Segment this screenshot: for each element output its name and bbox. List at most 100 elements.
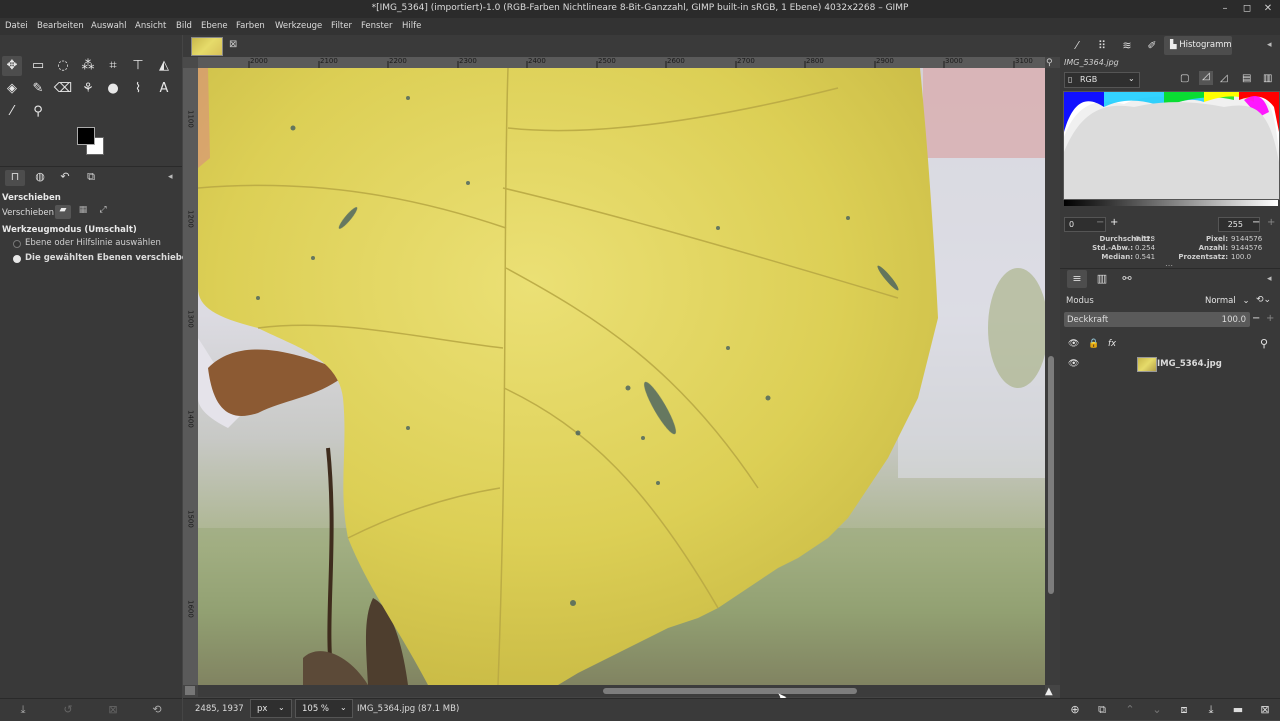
warp-icon[interactable]: ◭ (154, 56, 174, 76)
radio-pick-layer[interactable] (13, 240, 21, 248)
smudge-icon[interactable]: ● (103, 79, 123, 99)
menu-datei[interactable]: Datei (5, 21, 28, 31)
clone-icon[interactable]: ⚘ (78, 79, 98, 99)
bucket-fill-icon[interactable]: ◈ (2, 79, 22, 99)
range-high-increase-icon[interactable]: + (1267, 217, 1275, 228)
mode-select[interactable]: Normal ⌄ (1205, 296, 1250, 306)
menu-hilfe[interactable]: Hilfe (402, 21, 421, 31)
quick-mask-toggle[interactable] (185, 686, 195, 695)
radio-move-active-layer[interactable] (13, 255, 21, 263)
panel-menu-icon[interactable]: ◂ (1267, 274, 1272, 284)
horizontal-scroll-thumb[interactable] (603, 688, 857, 694)
range-high-decrease-icon[interactable]: − (1252, 217, 1260, 228)
color-picker-icon[interactable]: ⁄ (2, 102, 22, 122)
channels-tab-icon[interactable]: ▥ (1092, 270, 1112, 288)
range-low-increase-icon[interactable]: + (1110, 217, 1118, 228)
delete-layer-icon[interactable]: ⊠ (1257, 703, 1273, 717)
save-options-icon[interactable]: ⤓ (15, 703, 31, 717)
lasso-icon[interactable]: ◌ (53, 56, 73, 76)
paths-tab-icon[interactable]: ⚯ (1117, 270, 1137, 288)
close-tab-icon[interactable]: ⊠ (229, 39, 237, 50)
crop-icon[interactable]: ⌗ (103, 56, 123, 76)
transform-icon[interactable]: ⊤ (128, 56, 148, 76)
rect-select-icon[interactable]: ▭ (28, 56, 48, 76)
tab-histogram[interactable]: ▙ Histogramm (1164, 36, 1232, 55)
visibility-column-icon[interactable]: 👁 (1068, 339, 1079, 349)
zoom-select[interactable]: 105 % ⌄ (295, 699, 353, 718)
layer-visibility-icon[interactable]: 👁 (1068, 359, 1079, 369)
move-tool-icon[interactable]: ✥ (2, 56, 22, 76)
fonts-tab-icon[interactable]: ≋ (1117, 37, 1137, 55)
navigate-arrow-icon[interactable]: ▲ (1045, 686, 1053, 697)
eraser-icon[interactable]: ⌫ (53, 79, 73, 99)
log-histogram-icon[interactable]: ◿ (1199, 71, 1213, 85)
layer-name[interactable]: IMG_5364.jpg (1157, 359, 1222, 369)
merge-layer-icon[interactable]: ⤓ (1203, 703, 1219, 717)
paintbrush-icon[interactable]: ✎ (28, 79, 48, 99)
unit-select[interactable]: px ⌄ (250, 699, 292, 718)
lower-layer-icon[interactable]: ⌄ (1149, 703, 1165, 717)
menu-bearbeiten[interactable]: Bearbeiten (37, 21, 84, 31)
option-move-active-label[interactable]: Die gewählten Ebenen verschieben (25, 253, 194, 263)
fx-icon[interactable]: fx (1108, 339, 1116, 349)
mode-switch-icon[interactable]: ⟲⌄ (1256, 295, 1271, 305)
undo-history-tab-icon[interactable]: ↶ (55, 170, 75, 186)
ruler-top[interactable]: 2000 2100 2200 2300 2400 2500 2600 2700 … (198, 57, 1045, 68)
search-icon[interactable]: ⚲ (1260, 337, 1268, 350)
fuzzy-select-icon[interactable]: ⁂ (78, 56, 98, 76)
delete-options-icon[interactable]: ⊠ (105, 703, 121, 717)
brushes-tab-icon[interactable]: ⁄ (1067, 37, 1087, 55)
new-layer-group-icon[interactable]: ⧉ (1094, 703, 1110, 717)
duplicate-layer-icon[interactable]: ⧈ (1176, 703, 1192, 717)
linear-histogram-icon[interactable]: ▢ (1180, 73, 1189, 84)
images-tab-icon[interactable]: ⧉ (81, 170, 101, 186)
close-icon[interactable]: ✕ (1261, 2, 1275, 16)
curve-icon[interactable]: ◿ (1220, 73, 1228, 84)
panel-menu-icon[interactable]: ◂ (1267, 40, 1272, 50)
layer-thumbnail[interactable] (1137, 357, 1157, 372)
outline-icon[interactable]: ▥ (1263, 73, 1272, 84)
reset-options-icon[interactable]: ⟲ (149, 703, 165, 717)
menu-farben[interactable]: Farben (236, 21, 265, 31)
paths-icon[interactable]: ⌇ (128, 79, 148, 99)
patterns-tab-icon[interactable]: ⠿ (1092, 37, 1112, 55)
range-low-decrease-icon[interactable]: − (1096, 217, 1104, 228)
tool-options-tab-icon[interactable]: ⊓ (5, 170, 25, 186)
image-canvas[interactable] (198, 68, 1045, 685)
option-pick-layer-label[interactable]: Ebene oder Hilfslinie auswählen (25, 238, 161, 248)
restore-options-icon[interactable]: ↺ (60, 703, 76, 717)
navigate-icon[interactable]: ⚲ (1046, 58, 1053, 68)
new-layer-icon[interactable]: ⊕ (1067, 703, 1083, 717)
opacity-slider[interactable]: Deckkraft 100.0 (1064, 312, 1250, 327)
tool-presets-tab-icon[interactable]: ✐ (1142, 37, 1162, 55)
vertical-scroll-thumb[interactable] (1048, 356, 1054, 594)
bars-icon[interactable]: ▤ (1242, 73, 1251, 84)
menu-ebene[interactable]: Ebene (201, 21, 228, 31)
menu-auswahl[interactable]: Auswahl (91, 21, 127, 31)
menu-fenster[interactable]: Fenster (361, 21, 393, 31)
foreground-color-swatch[interactable] (77, 127, 95, 145)
menu-ansicht[interactable]: Ansicht (135, 21, 166, 31)
mask-icon[interactable]: ▬ (1230, 703, 1246, 717)
opacity-increase-icon[interactable]: + (1266, 313, 1274, 324)
zoom-icon[interactable]: ⚲ (28, 102, 48, 122)
minimize-icon[interactable]: – (1218, 2, 1232, 16)
panel-menu-icon[interactable]: ◂ (168, 172, 173, 182)
layers-tab-icon[interactable]: ≡ (1067, 270, 1087, 288)
menu-filter[interactable]: Filter (331, 21, 352, 31)
ruler-left[interactable]: 1100 1200 1300 1400 1500 1600 (183, 68, 198, 685)
device-status-tab-icon[interactable]: ◍ (30, 170, 50, 186)
menu-werkzeuge[interactable]: Werkzeuge (275, 21, 322, 31)
histogram-graph[interactable] (1063, 91, 1280, 200)
channel-select[interactable]: ▯ RGB ⌄ (1064, 72, 1140, 88)
image-tab-thumbnail[interactable] (191, 37, 223, 56)
text-tool-icon[interactable]: A (154, 79, 174, 99)
move-layer-icon[interactable]: ▰ (55, 205, 71, 219)
maximize-icon[interactable]: ◻ (1240, 2, 1254, 16)
raise-layer-icon[interactable]: ⌃ (1122, 703, 1138, 717)
move-path-icon[interactable]: ⤢ (95, 205, 111, 219)
menu-bild[interactable]: Bild (176, 21, 192, 31)
opacity-decrease-icon[interactable]: − (1252, 313, 1260, 324)
lock-icon[interactable]: 🔒 (1088, 339, 1099, 349)
move-selection-icon[interactable]: ▦ (75, 205, 91, 219)
